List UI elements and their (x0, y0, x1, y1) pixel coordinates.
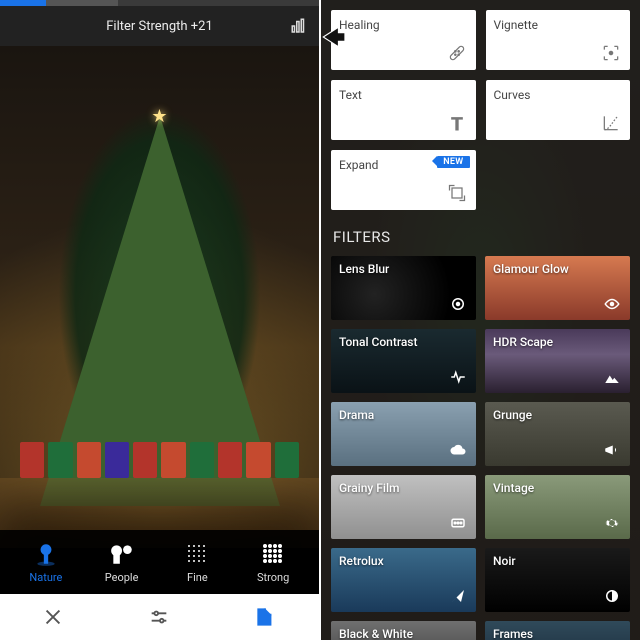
strength-bar[interactable]: Filter Strength +21 (0, 6, 319, 46)
pulse-icon (448, 367, 468, 387)
filter-glow[interactable]: Glamour Glow (485, 256, 630, 320)
tree-star-icon: ★ (151, 106, 167, 127)
bottom-toolbar (0, 594, 319, 640)
gift-box (161, 442, 185, 478)
filter-label: Glamour Glow (493, 262, 569, 276)
filter-label: Black & White (339, 627, 413, 640)
gift-box (218, 442, 242, 478)
gear-icon (602, 513, 622, 533)
gift-box (275, 442, 299, 478)
megaphone-icon (602, 440, 622, 460)
film-icon (448, 513, 468, 533)
filter-noir[interactable]: Noir (485, 548, 630, 612)
vignette-icon (600, 42, 622, 64)
filter-label: Grunge (493, 408, 532, 422)
filter-label: Noir (493, 554, 516, 568)
mountains-icon (602, 367, 622, 387)
light-leak-icon (448, 586, 468, 606)
tool-label: Curves (494, 88, 623, 102)
histogram-icon[interactable] (287, 14, 311, 38)
gift-box (20, 442, 44, 478)
cloud-icon (448, 440, 468, 460)
filter-vintage[interactable]: Vintage (485, 475, 630, 539)
filter-label: Lens Blur (339, 262, 389, 276)
text-icon (446, 112, 468, 134)
filter-drama[interactable]: Drama (331, 402, 476, 466)
tools-scroll[interactable]: Healing Vignette Text Curves Expand NEW … (321, 0, 640, 640)
fine-icon (184, 541, 210, 567)
tool-label: Healing (339, 18, 468, 32)
filter-label: Drama (339, 408, 374, 422)
style-nature[interactable]: Nature (16, 541, 76, 584)
close-button[interactable] (33, 597, 73, 637)
filter-tonal[interactable]: Tonal Contrast (331, 329, 476, 393)
filter-grainy[interactable]: Grainy Film (331, 475, 476, 539)
tool-vignette[interactable]: Vignette (486, 10, 631, 70)
filter-grid: Lens Blur Glamour Glow Tonal Contrast HD… (331, 256, 630, 640)
filter-frames[interactable]: Frames (485, 621, 630, 640)
gift-box (133, 442, 157, 478)
photo-preview[interactable]: ★ (0, 46, 319, 548)
eye-icon (602, 294, 622, 314)
styles-button[interactable] (246, 597, 286, 637)
people-icon (109, 541, 135, 567)
pointer-arrow-icon (320, 24, 346, 50)
style-label: Fine (187, 571, 208, 584)
filter-grunge[interactable]: Grunge (485, 402, 630, 466)
bandage-icon (446, 42, 468, 64)
gift-box (190, 442, 214, 478)
style-label: Nature (29, 571, 62, 584)
tool-text[interactable]: Text (331, 80, 476, 140)
new-badge: NEW (437, 156, 469, 168)
adjust-sliders-button[interactable] (139, 597, 179, 637)
filter-label: Frames (493, 627, 533, 640)
filter-label: Retrolux (339, 554, 384, 568)
target-icon (448, 294, 468, 314)
style-people[interactable]: People (92, 541, 152, 584)
strong-icon (260, 541, 286, 567)
filter-lensblur[interactable]: Lens Blur (331, 256, 476, 320)
tool-curves[interactable]: Curves (486, 80, 631, 140)
curves-icon (600, 112, 622, 134)
expand-icon (446, 182, 468, 204)
filter-label: Vintage (493, 481, 534, 495)
tool-label: Vignette (494, 18, 623, 32)
tool-healing[interactable]: Healing (331, 10, 476, 70)
gift-box (246, 442, 270, 478)
nature-icon (33, 541, 59, 567)
filters-header: FILTERS (333, 228, 628, 246)
editor-panel: Filter Strength +21 ★ Nature People Fine… (0, 0, 319, 640)
gift-box (105, 442, 129, 478)
noir-icon (602, 586, 622, 606)
strength-label: Filter Strength +21 (0, 19, 319, 34)
style-strong[interactable]: Strong (243, 541, 303, 584)
style-label: Strong (257, 571, 289, 584)
filter-retro[interactable]: Retrolux (331, 548, 476, 612)
tool-label: Text (339, 88, 468, 102)
tool-grid: Healing Vignette Text Curves Expand NEW (331, 10, 630, 210)
style-fine[interactable]: Fine (167, 541, 227, 584)
tool-expand[interactable]: Expand NEW (331, 150, 476, 210)
gift-box (77, 442, 101, 478)
filter-label: Grainy Film (339, 481, 399, 495)
style-label: People (105, 571, 139, 584)
filter-label: HDR Scape (493, 335, 553, 349)
filter-label: Tonal Contrast (339, 335, 417, 349)
tools-filters-panel: Healing Vignette Text Curves Expand NEW … (321, 0, 640, 640)
filter-hdr[interactable]: HDR Scape (485, 329, 630, 393)
gift-box (48, 442, 72, 478)
filter-bw[interactable]: Black & White (331, 621, 476, 640)
style-selector: Nature People Fine Strong (0, 530, 319, 594)
